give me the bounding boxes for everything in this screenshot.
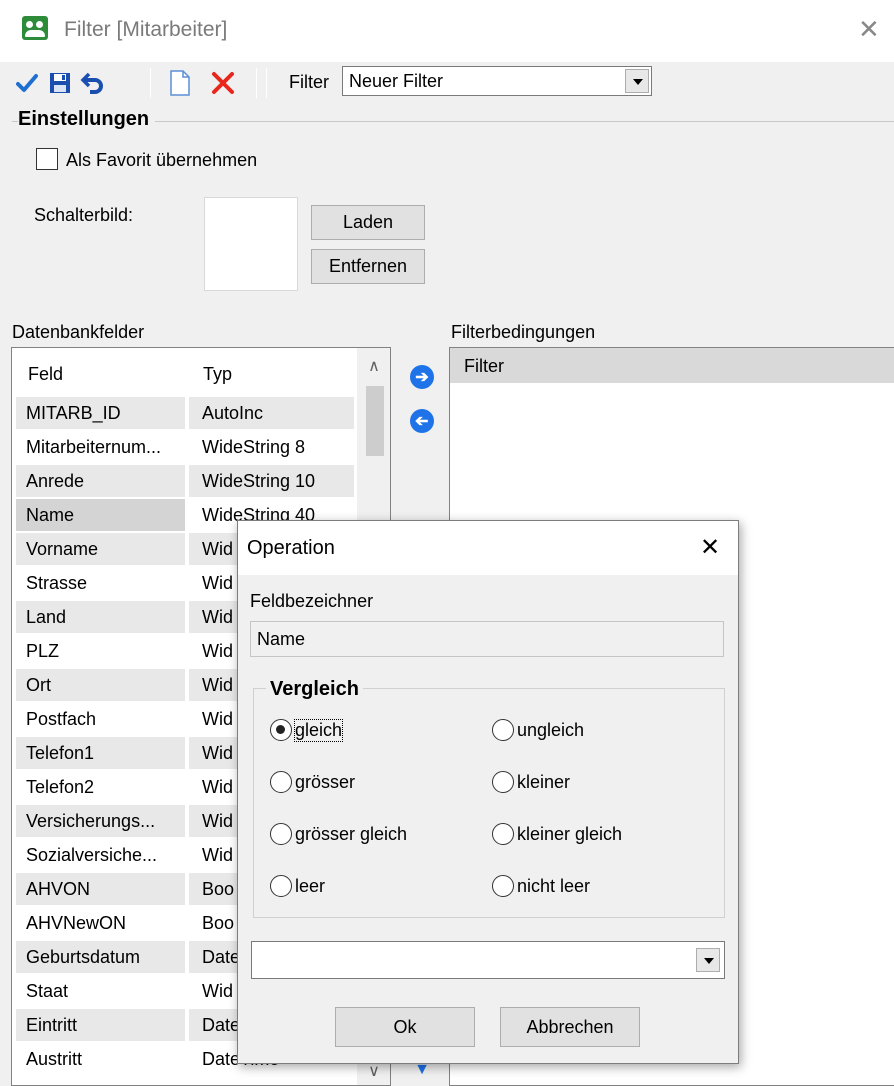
- dialog-title: Operation: [247, 537, 335, 559]
- toolbar-separator: [256, 68, 257, 98]
- chevron-down-icon[interactable]: [696, 948, 720, 972]
- field-name-cell[interactable]: Strasse: [16, 567, 185, 599]
- field-name-cell[interactable]: AHVNewON: [16, 907, 185, 939]
- field-name-cell[interactable]: Sozialversiche...: [16, 839, 185, 871]
- field-type-cell[interactable]: WideString 10: [189, 465, 354, 497]
- radio-label[interactable]: grösser: [295, 772, 355, 793]
- filter-conditions-label: Filterbedingungen: [451, 322, 596, 342]
- field-name-cell[interactable]: Geburtsdatum: [16, 941, 185, 973]
- column-header-typ[interactable]: Typ: [203, 364, 232, 385]
- button-image-preview: [204, 197, 298, 291]
- add-condition-arrow-icon[interactable]: ➔: [410, 365, 434, 389]
- radio-label[interactable]: kleiner gleich: [517, 824, 622, 845]
- radio-gleich[interactable]: gleich: [270, 718, 344, 742]
- filter-select-value: Neuer Filter: [349, 71, 444, 91]
- remove-condition-arrow-icon[interactable]: ➔: [410, 409, 434, 433]
- radio-circle[interactable]: [492, 719, 514, 741]
- radio-label[interactable]: gleich: [293, 718, 344, 742]
- field-type-cell[interactable]: AutoInc: [189, 397, 354, 429]
- settings-title: Einstellungen: [18, 108, 156, 131]
- filter-select[interactable]: Neuer Filter: [342, 66, 652, 96]
- field-name-cell[interactable]: Ort: [16, 669, 185, 701]
- field-name-cell[interactable]: PLZ: [16, 635, 185, 667]
- dialog-title-bar: Operation ✕: [238, 521, 738, 575]
- radio-leer[interactable]: leer: [270, 875, 325, 897]
- window-close-button[interactable]: ✕: [858, 14, 880, 45]
- dbfields-header: Feld Typ: [12, 348, 357, 396]
- radio-groesser-gleich[interactable]: grösser gleich: [270, 823, 407, 845]
- field-name-cell[interactable]: Mitarbeiternum...: [16, 431, 185, 463]
- radio-ungleich[interactable]: ungleich: [492, 719, 584, 741]
- field-name-cell[interactable]: Staat: [16, 975, 185, 1007]
- field-name-cell[interactable]: MITARB_ID: [16, 397, 185, 429]
- field-name-cell[interactable]: Name: [16, 499, 185, 531]
- field-name-cell[interactable]: Vorname: [16, 533, 185, 565]
- favorite-label[interactable]: Als Favorit übernehmen: [66, 150, 257, 171]
- radio-circle[interactable]: [270, 771, 292, 793]
- dbfields-label: Datenbankfelder: [12, 322, 145, 342]
- toolbar-separator: [150, 68, 151, 98]
- cancel-button[interactable]: Abbrechen: [500, 1007, 640, 1047]
- compare-title: Vergleich: [266, 678, 363, 701]
- field-name-cell[interactable]: Versicherungs...: [16, 805, 185, 837]
- radio-groesser[interactable]: grösser: [270, 771, 355, 793]
- radio-circle[interactable]: [270, 719, 292, 741]
- check-icon[interactable]: [14, 66, 40, 100]
- undo-icon[interactable]: [78, 66, 108, 100]
- favorite-checkbox[interactable]: [36, 148, 58, 170]
- toolbar-separator: [266, 68, 267, 98]
- radio-circle[interactable]: [270, 875, 292, 897]
- field-identifier-value: Name: [257, 629, 306, 649]
- filter-label: Filter: [289, 72, 329, 92]
- radio-kleiner-gleich[interactable]: kleiner gleich: [492, 823, 622, 845]
- scroll-up-icon[interactable]: ∧: [357, 348, 390, 384]
- radio-label[interactable]: grösser gleich: [295, 824, 407, 845]
- remove-button[interactable]: Entfernen: [311, 249, 425, 284]
- radio-label[interactable]: nicht leer: [517, 876, 590, 897]
- field-name-cell[interactable]: AHVON: [16, 873, 185, 905]
- radio-circle[interactable]: [492, 771, 514, 793]
- filter-root-label: Filter: [464, 356, 504, 376]
- delete-icon[interactable]: [206, 66, 240, 100]
- field-name-cell[interactable]: Eintritt: [16, 1009, 185, 1041]
- radio-label[interactable]: leer: [295, 876, 325, 897]
- column-header-feld[interactable]: Feld: [28, 364, 63, 385]
- field-name-cell[interactable]: Land: [16, 601, 185, 633]
- radio-kleiner[interactable]: kleiner: [492, 771, 570, 793]
- field-name-cell[interactable]: Telefon2: [16, 771, 185, 803]
- load-button[interactable]: Laden: [311, 205, 425, 240]
- radio-circle[interactable]: [270, 823, 292, 845]
- app-users-icon: [22, 16, 48, 40]
- radio-nicht-leer[interactable]: nicht leer: [492, 875, 590, 897]
- field-name-cell[interactable]: Telefon1: [16, 737, 185, 769]
- ok-button[interactable]: Ok: [335, 1007, 475, 1047]
- table-row[interactable]: Anrede WideString 10: [12, 464, 357, 498]
- radio-circle[interactable]: [492, 875, 514, 897]
- field-name-cell[interactable]: Postfach: [16, 703, 185, 735]
- dialog-close-icon[interactable]: ✕: [700, 533, 720, 562]
- radio-circle[interactable]: [492, 823, 514, 845]
- filter-root-node[interactable]: Filter: [450, 348, 894, 383]
- table-row[interactable]: Mitarbeiternum... WideString 8: [12, 430, 357, 464]
- radio-label[interactable]: kleiner: [517, 772, 570, 793]
- chevron-down-icon[interactable]: [625, 69, 649, 93]
- field-identifier-label: Feldbezeichner: [250, 591, 374, 611]
- table-row[interactable]: MITARB_ID AutoInc: [12, 396, 357, 430]
- operation-dialog: Operation ✕ Feldbezeichner Name Vergleic…: [237, 520, 739, 1064]
- field-type-cell[interactable]: WideString 8: [189, 431, 354, 463]
- new-document-icon[interactable]: [165, 66, 195, 100]
- field-name-cell[interactable]: Austritt: [16, 1043, 185, 1075]
- button-image-label: Schalterbild:: [34, 205, 134, 225]
- field-name-cell[interactable]: Anrede: [16, 465, 185, 497]
- window-title: Filter [Mitarbeiter]: [64, 18, 228, 41]
- value-select[interactable]: [251, 941, 725, 979]
- radio-label[interactable]: ungleich: [517, 720, 584, 741]
- field-identifier-field: Name: [250, 621, 724, 657]
- scrollbar-thumb[interactable]: [366, 386, 384, 456]
- title-bar: Filter [Mitarbeiter] ✕: [0, 0, 894, 62]
- save-icon[interactable]: [46, 66, 74, 100]
